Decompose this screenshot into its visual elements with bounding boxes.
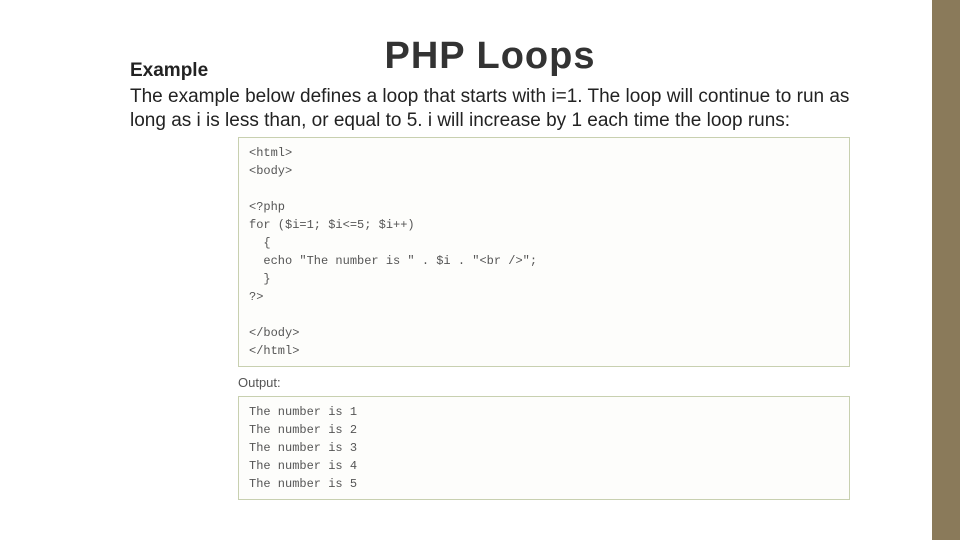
description-text: The example below defines a loop that st…: [130, 85, 910, 133]
code-block: <html> <body> <?php for ($i=1; $i<=5; $i…: [238, 137, 850, 367]
sidebar-accent: [932, 0, 960, 540]
slide-content: PHP Loops Example The example below defi…: [0, 0, 960, 500]
output-block: The number is 1 The number is 2 The numb…: [238, 396, 850, 500]
output-label: Output:: [238, 375, 910, 390]
